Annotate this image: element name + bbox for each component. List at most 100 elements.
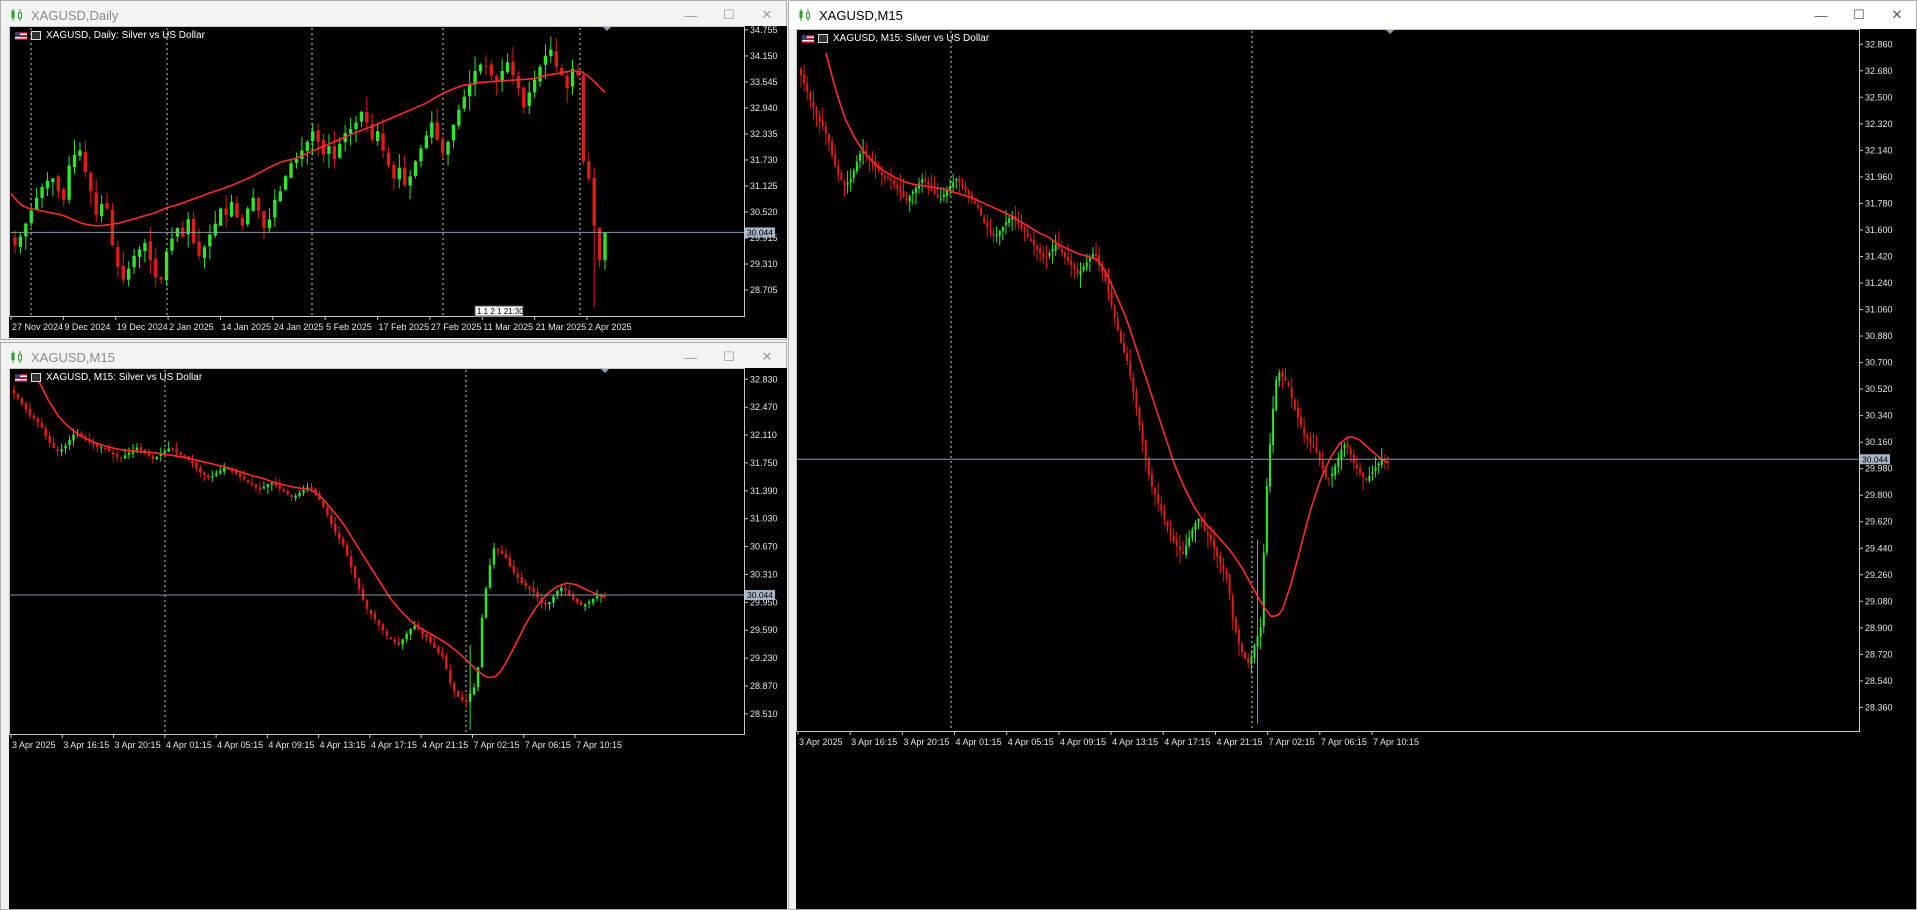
m15-small-chart-window[interactable]: XAGUSD,M15 — ☐ ✕ 32.830 32.470 32.110 31.75…	[0, 342, 787, 910]
maximize-button[interactable]: ☐	[710, 343, 748, 371]
candle-body	[911, 191, 914, 195]
candle-body	[1225, 571, 1228, 576]
candle-body	[591, 598, 595, 603]
candle-body	[143, 242, 147, 252]
candle-body	[484, 588, 488, 618]
candle-body	[921, 179, 924, 183]
close-button[interactable]: ✕	[1878, 1, 1916, 29]
candle-body	[289, 163, 293, 178]
close-button[interactable]: ✕	[748, 343, 786, 371]
candle-body	[1067, 256, 1070, 262]
x-tick-label: 4 Apr 13:15	[320, 740, 366, 750]
m15-large-chart-area[interactable]: 32.860 32.680 32.500 32.320 32.140 31.960 31.7…	[796, 29, 1916, 909]
candle-body	[151, 456, 155, 459]
candle-body	[135, 447, 139, 450]
m15-small-titlebar[interactable]: XAGUSD,M15 — ☐ ✕	[1, 343, 786, 371]
x-tick-label: 9 Dec 2024	[64, 322, 110, 332]
candle-body	[270, 483, 274, 485]
one-click-trading-icon[interactable]	[31, 373, 41, 382]
candle-body	[595, 596, 599, 599]
y-tick-label: 31.750	[750, 458, 778, 468]
candle-body	[290, 495, 293, 498]
candle-body	[332, 146, 337, 160]
y-tick-label: 32.830	[750, 374, 778, 384]
candle-body	[809, 91, 812, 101]
candle-body	[1132, 377, 1135, 393]
close-button[interactable]: ✕	[748, 1, 786, 29]
candle-body	[294, 159, 299, 163]
maximize-button[interactable]: ☐	[710, 1, 748, 29]
m15-large-titlebar[interactable]: XAGUSD,M15 — ☐ ✕	[789, 1, 1916, 29]
candle-body	[843, 182, 846, 185]
candle-body	[298, 493, 301, 496]
candle-body	[603, 232, 607, 261]
candle-body	[464, 699, 468, 702]
candle-body	[56, 176, 60, 192]
candle-body	[1306, 435, 1309, 440]
daily-chart-area[interactable]: 34.755 34.150 33.545 32.940 32.335 31.730 31.1…	[9, 26, 787, 338]
candle-body	[1163, 510, 1166, 520]
one-click-trading-icon[interactable]	[818, 34, 828, 43]
candle-body	[1300, 416, 1303, 426]
candle-body	[1349, 448, 1352, 455]
y-tick-label: 30.520	[1865, 384, 1893, 394]
candle-body	[302, 490, 305, 493]
candle-body	[522, 87, 526, 108]
candle-body	[890, 178, 893, 181]
candle-body	[500, 70, 504, 82]
candle-body	[430, 122, 434, 138]
y-tick-label: 28.360	[1865, 702, 1893, 712]
candle-body	[958, 178, 961, 183]
m15-large-chart-window[interactable]: XAGUSD,M15 — ☐ ✕ 32.860 32.680 32.500 32.32…	[788, 0, 1917, 910]
candles	[12, 385, 607, 731]
candle-body	[480, 617, 484, 668]
one-click-trading-icon[interactable]	[31, 31, 41, 40]
candle-body	[1116, 318, 1119, 331]
candle-body	[560, 587, 563, 592]
x-tick-label: 3 Apr 20:15	[903, 737, 949, 747]
candle-body	[496, 549, 500, 552]
candle-body	[224, 208, 228, 215]
minimize-button[interactable]: —	[672, 343, 710, 371]
candle-body	[1191, 529, 1194, 538]
x-tick-label: 3 Apr 2025	[799, 737, 843, 747]
m15-small-chart-area[interactable]: 32.830 32.470 32.110 31.750 31.390 31.030 30.6…	[9, 368, 787, 909]
candle-body	[1141, 424, 1144, 442]
candle-body	[139, 447, 143, 451]
x-tick-label: 3 Apr 16:15	[851, 737, 897, 747]
candle-body	[1231, 595, 1234, 619]
y-tick-label: 30.670	[750, 542, 778, 552]
candle-body	[365, 600, 369, 609]
candle-body	[1032, 239, 1035, 246]
maximize-button[interactable]: ☐	[1840, 1, 1878, 29]
current-price-label: 30.044	[1862, 454, 1888, 464]
candle-body	[64, 445, 67, 449]
y-tick-label: 34.150	[750, 51, 778, 61]
candle-body	[164, 251, 169, 281]
candle-body	[893, 180, 896, 185]
candle-body	[365, 111, 369, 123]
candle-body	[1272, 408, 1275, 446]
candle-body	[1234, 618, 1237, 632]
candle-body	[1095, 253, 1098, 257]
candle-body	[29, 210, 33, 224]
chart-header: XAGUSD, M15: Silver vs US Dollar	[802, 33, 989, 44]
y-tick-label: 30.310	[750, 569, 778, 579]
candle-body	[78, 150, 82, 157]
daily-titlebar[interactable]: XAGUSD,Daily — ☐ ✕	[1, 1, 786, 29]
candle-body	[397, 167, 401, 180]
chart-symbol-title: XAGUSD, M15: Silver vs US Dollar	[46, 372, 203, 383]
minimize-button[interactable]: —	[672, 1, 710, 29]
candle-body	[425, 633, 428, 638]
minimize-button[interactable]: —	[1802, 1, 1840, 29]
candle-body	[208, 234, 212, 247]
candle-body	[107, 448, 111, 452]
candle-body	[964, 186, 967, 192]
candle-body	[286, 490, 289, 495]
candle-body	[840, 172, 843, 181]
y-tick-label: 31.960	[1865, 172, 1893, 182]
daily-chart-window[interactable]: XAGUSD,Daily — ☐ ✕ 34.755 34.150 33.545 32.…	[0, 0, 787, 340]
candle-body	[1172, 535, 1175, 542]
candle-body	[468, 83, 472, 97]
candle-body	[369, 609, 373, 615]
